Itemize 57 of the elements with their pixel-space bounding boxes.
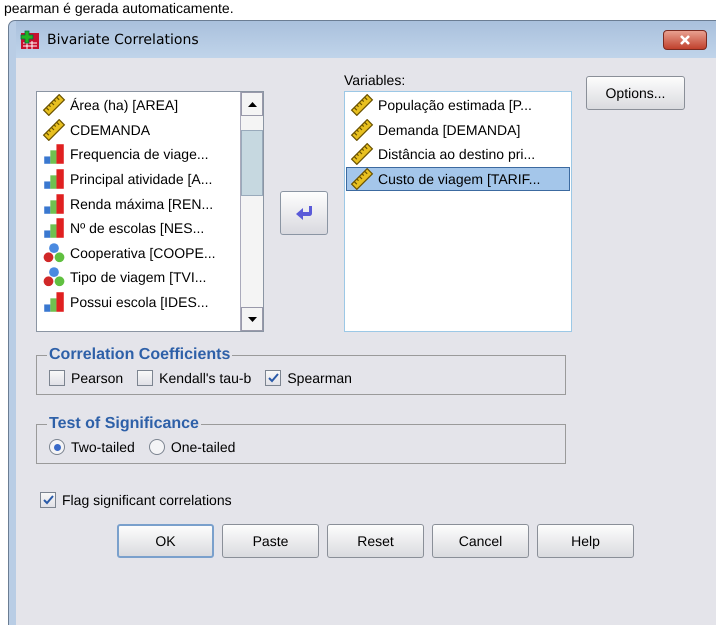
check-icon bbox=[42, 495, 54, 505]
variable-item[interactable]: Custo de viagem [TARIF... bbox=[346, 166, 570, 192]
dialog-button[interactable]: Reset bbox=[327, 524, 424, 558]
scrollbar-thumb[interactable] bbox=[241, 130, 263, 196]
variable-item[interactable]: Possui escola [IDES... bbox=[38, 290, 239, 314]
variable-item[interactable]: População estimada [P... bbox=[346, 93, 570, 118]
bar-chart-icon bbox=[41, 192, 67, 215]
circles-icon bbox=[41, 266, 67, 288]
down-arrow-icon bbox=[248, 316, 256, 322]
variable-item[interactable]: Renda máxima [REN... bbox=[38, 191, 239, 216]
radio-option[interactable]: One-tailed bbox=[148, 439, 236, 455]
checkbox-option[interactable]: Kendall's tau-b bbox=[137, 370, 252, 386]
variable-item[interactable]: Nº de escolas [NES... bbox=[38, 216, 239, 241]
return-arrow-icon bbox=[295, 205, 313, 221]
source-variable-list[interactable]: Área (ha) [AREA] CDEMANDA Frequencia de viage... Principal atividade [A... Renda máxima [REN... Nº de escolas [NES... Cooperativa [COOPE... Tipo de viagem [TVI... Possui escola [IDES... bbox=[36, 91, 264, 332]
checkbox-option[interactable]: Pearson bbox=[49, 370, 124, 386]
checkbox[interactable] bbox=[40, 492, 56, 508]
variable-item[interactable]: Área (ha) [AREA] bbox=[38, 93, 239, 118]
move-button[interactable] bbox=[280, 191, 328, 235]
checkbox[interactable] bbox=[49, 370, 65, 386]
flag-checkbox-option[interactable]: Flag significant correlations bbox=[40, 492, 232, 508]
app-icon bbox=[20, 30, 40, 50]
checkbox[interactable] bbox=[137, 370, 154, 386]
options-button[interactable]: Options... bbox=[586, 76, 685, 110]
variables-label: Variables: bbox=[344, 72, 406, 90]
dialog-button[interactable]: Paste bbox=[222, 524, 319, 558]
group-title: Correlation Coefficients bbox=[48, 346, 232, 364]
check-icon bbox=[268, 373, 279, 383]
close-button[interactable] bbox=[663, 30, 707, 50]
bar-chart-icon bbox=[41, 143, 67, 166]
dialog-button[interactable]: OK bbox=[117, 524, 214, 558]
dialog-button[interactable]: Cancel bbox=[432, 524, 529, 558]
variable-item[interactable]: Demanda [DEMANDA] bbox=[346, 118, 570, 142]
close-icon bbox=[678, 34, 692, 46]
page-text: pearman é gerada automaticamente. bbox=[3, 0, 235, 18]
variable-item[interactable]: Cooperativa [COOPE... bbox=[38, 240, 239, 266]
bar-chart-icon bbox=[41, 291, 67, 314]
variable-item[interactable]: CDEMANDA bbox=[38, 118, 239, 142]
checkbox-option[interactable]: Spearman bbox=[265, 370, 352, 386]
variable-item[interactable]: Frequencia de viage... bbox=[38, 142, 239, 167]
circles-icon bbox=[41, 242, 67, 264]
radio-button[interactable] bbox=[148, 439, 165, 455]
variable-item[interactable]: Tipo de viagem [TVI... bbox=[38, 265, 239, 290]
bar-chart-icon bbox=[41, 217, 67, 240]
dialog-button[interactable]: Help bbox=[537, 524, 634, 558]
scrollbar[interactable] bbox=[240, 92, 263, 331]
variable-item[interactable]: Principal atividade [A... bbox=[38, 166, 239, 192]
checkbox[interactable] bbox=[265, 370, 282, 386]
variables-list[interactable]: População estimada [P... Demanda [DEMANDA] Distância ao destino pri... Custo de viagem [TARIF... bbox=[344, 91, 572, 332]
group-title: Test of Significance bbox=[48, 415, 200, 433]
window-title: Bivariate Correlations bbox=[47, 32, 199, 48]
radio-button[interactable] bbox=[49, 439, 65, 455]
up-arrow-icon bbox=[248, 102, 256, 106]
radio-option[interactable]: Two-tailed bbox=[49, 439, 135, 455]
variable-item[interactable]: Distância ao destino pri... bbox=[346, 142, 570, 167]
bar-chart-icon bbox=[41, 168, 67, 190]
ruler-icon bbox=[349, 168, 375, 190]
